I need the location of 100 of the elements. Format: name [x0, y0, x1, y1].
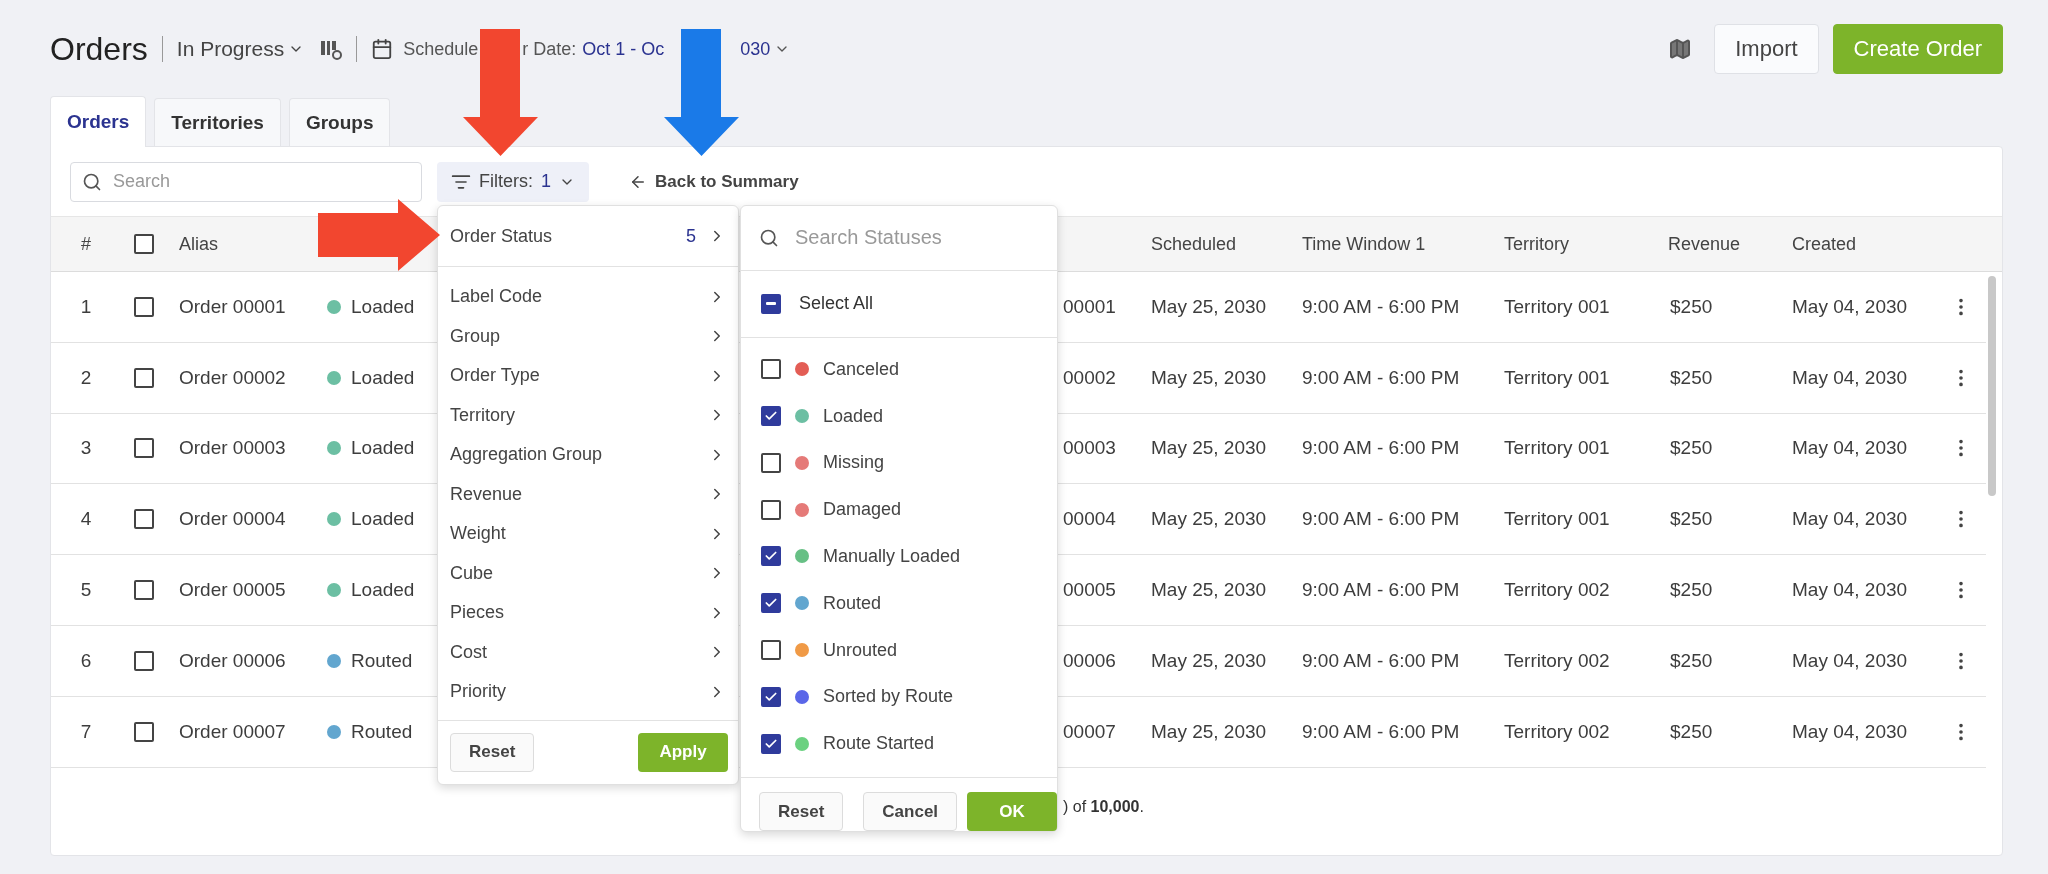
- menu-item[interactable]: Priority: [438, 672, 738, 712]
- table-cell: May 25, 2030: [1151, 366, 1267, 389]
- search-field[interactable]: Search: [70, 161, 422, 202]
- table-cell: Territory 002: [1504, 579, 1610, 602]
- menu-item[interactable]: Revenue: [438, 474, 738, 514]
- table-cell: Order 00002: [179, 366, 286, 389]
- menu-item[interactable]: Territory: [438, 395, 738, 435]
- date-range-link[interactable]: 030: [740, 38, 771, 60]
- status-label[interactable]: Canceled: [823, 358, 900, 380]
- menu-item[interactable]: Order Status 5: [438, 206, 738, 266]
- checkbox[interactable]: [761, 499, 781, 520]
- table-cell: 00004: [1063, 508, 1116, 531]
- table-cell: Territory 001: [1504, 508, 1610, 531]
- checkbox[interactable]: [761, 686, 781, 707]
- status-label[interactable]: Routed: [823, 592, 882, 614]
- row-number: 7: [80, 720, 92, 743]
- checkbox[interactable]: [134, 580, 154, 601]
- checkbox[interactable]: [761, 359, 781, 380]
- table-cell: May 04, 2030: [1792, 437, 1908, 460]
- import-button[interactable]: Import: [1714, 24, 1819, 74]
- table-cell: Territory 001: [1504, 437, 1610, 460]
- menu-item[interactable]: Label Code: [438, 277, 738, 317]
- search-icon: [759, 227, 779, 248]
- column-header: #: [81, 233, 91, 255]
- checkbox[interactable]: [134, 367, 154, 388]
- panel-button[interactable]: Cancel: [863, 792, 958, 831]
- column-header: Revenue: [1668, 233, 1741, 255]
- select-all-label[interactable]: Select All: [799, 293, 874, 315]
- pagination-text: ) of 10,000.: [1063, 797, 1144, 815]
- table-cell: May 25, 2030: [1151, 295, 1267, 318]
- checkbox[interactable]: [761, 640, 781, 660]
- table-cell: Loaded: [351, 437, 415, 460]
- date-range-link[interactable]: Oct 1 - Oc: [582, 38, 665, 60]
- tab[interactable]: Orders: [50, 96, 147, 147]
- menu-item[interactable]: Group: [438, 316, 738, 356]
- table-cell: 00005: [1063, 579, 1116, 602]
- table-cell: 9:00 AM - 6:00 PM: [1302, 579, 1460, 602]
- table-cell: Loaded: [351, 579, 415, 602]
- column-header: Created: [1792, 233, 1857, 255]
- checkbox[interactable]: [134, 438, 154, 459]
- menu-item[interactable]: Aggregation Group: [438, 435, 738, 475]
- view-dropdown[interactable]: In Progress: [176, 37, 305, 61]
- back-link[interactable]: Back to Summary: [623, 170, 805, 193]
- columns-gear-icon[interactable]: [320, 38, 343, 60]
- checkbox[interactable]: [134, 509, 154, 530]
- reset-button[interactable]: Reset: [450, 732, 535, 772]
- scrollbar-thumb[interactable]: [1988, 276, 1996, 496]
- table-cell: $250: [1670, 720, 1713, 743]
- checkbox[interactable]: [761, 406, 781, 427]
- table-cell: Routed: [351, 649, 413, 672]
- checkbox[interactable]: [761, 546, 781, 567]
- menu-item[interactable]: Cube: [438, 553, 738, 593]
- status-label[interactable]: Missing: [823, 452, 884, 474]
- status-label[interactable]: Route Started: [823, 733, 935, 755]
- menu-item[interactable]: Pieces: [438, 593, 738, 633]
- table-cell: Loaded: [351, 295, 415, 318]
- table-cell: May 04, 2030: [1792, 720, 1908, 743]
- search-icon: [82, 171, 102, 192]
- checkbox[interactable]: [134, 234, 154, 254]
- checkbox[interactable]: [761, 452, 781, 473]
- column-header: Time Window 1: [1302, 233, 1426, 255]
- tab[interactable]: Territories: [154, 98, 281, 146]
- tab[interactable]: Groups: [288, 98, 391, 146]
- table-cell: May 04, 2030: [1792, 579, 1908, 602]
- status-label[interactable]: Damaged: [823, 499, 902, 521]
- table-cell: 9:00 AM - 6:00 PM: [1302, 649, 1460, 672]
- table-cell: $250: [1670, 579, 1713, 602]
- table-cell: Territory 001: [1504, 295, 1610, 318]
- table-cell: May 25, 2030: [1151, 720, 1267, 743]
- menu-item[interactable]: Weight: [438, 514, 738, 554]
- status-label[interactable]: Manually Loaded: [823, 545, 961, 567]
- table-cell: Territory 001: [1504, 366, 1610, 389]
- map-icon[interactable]: [1668, 37, 1693, 61]
- table-cell: 9:00 AM - 6:00 PM: [1302, 366, 1460, 389]
- checkbox[interactable]: [761, 593, 781, 614]
- table-cell: Territory 002: [1504, 649, 1610, 672]
- table-cell: $250: [1670, 649, 1713, 672]
- menu-item[interactable]: Order Type: [438, 356, 738, 396]
- panel-button[interactable]: Reset: [759, 792, 844, 831]
- table-cell: Order 00006: [179, 649, 286, 672]
- status-label[interactable]: Unrouted: [823, 639, 898, 661]
- status-label[interactable]: Loaded: [823, 405, 884, 427]
- table-cell: May 04, 2030: [1792, 295, 1908, 318]
- checkbox[interactable]: [134, 650, 154, 671]
- checkbox[interactable]: [134, 296, 154, 317]
- calendar-icon[interactable]: [371, 38, 394, 60]
- checkbox[interactable]: [134, 721, 154, 742]
- checkbox[interactable]: [761, 733, 781, 754]
- table-cell: 9:00 AM - 6:00 PM: [1302, 295, 1460, 318]
- date-label: r Date:: [522, 38, 577, 60]
- row-number: 3: [80, 437, 92, 460]
- table-cell: Territory 002: [1504, 720, 1610, 743]
- table-cell: 9:00 AM - 6:00 PM: [1302, 437, 1460, 460]
- filters-button[interactable]: Filters: 1: [437, 161, 589, 202]
- table-cell: $250: [1670, 508, 1713, 531]
- table-cell: May 25, 2030: [1151, 508, 1267, 531]
- menu-item[interactable]: Cost: [438, 632, 738, 672]
- checkbox[interactable]: [761, 293, 781, 314]
- status-label[interactable]: Sorted by Route: [823, 686, 954, 708]
- column-header: Territory: [1504, 233, 1569, 255]
